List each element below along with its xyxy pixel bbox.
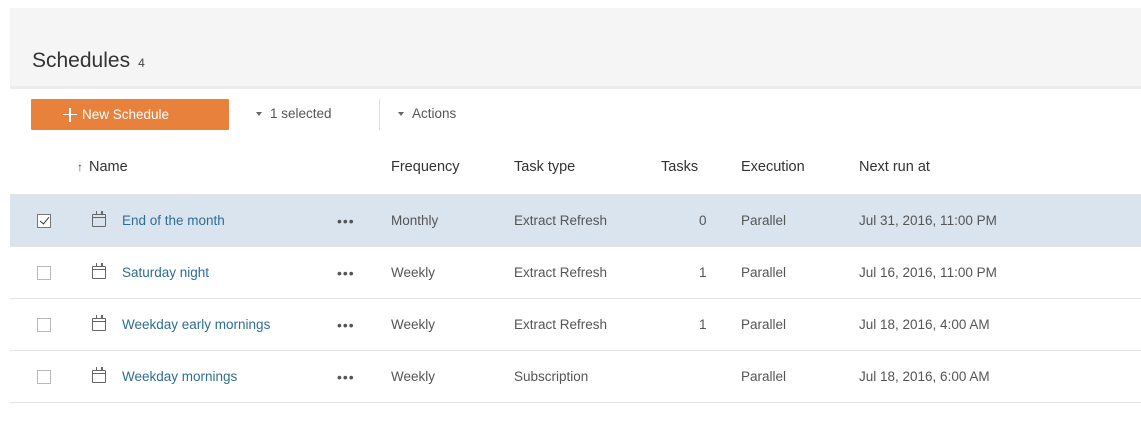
schedule-name-link[interactable]: End of the month [122, 213, 225, 228]
column-header-task-type[interactable]: Task type [514, 140, 575, 194]
toolbar-separator [379, 99, 380, 130]
calendar-icon [92, 315, 106, 331]
column-header-name-label: Name [89, 159, 128, 175]
plus-icon [63, 107, 77, 122]
row-checkbox[interactable] [37, 369, 51, 384]
more-options-icon[interactable]: ••• [337, 369, 355, 385]
execution-cell: Parallel [741, 265, 787, 280]
row-checkbox[interactable] [37, 213, 51, 228]
more-options-icon[interactable]: ••• [337, 317, 355, 333]
next-run-cell: Jul 18, 2016, 6:00 AM [859, 369, 990, 384]
schedules-table: ↑ Name Frequency Task type Tasks Executi… [10, 140, 1141, 403]
table-row[interactable]: Weekday early mornings ••• Weekly Extrac… [10, 299, 1141, 351]
column-header-name[interactable]: ↑ Name [77, 140, 128, 194]
caret-down-icon [398, 111, 404, 116]
task-type-cell: Subscription [514, 369, 589, 384]
task-type-cell: Extract Refresh [514, 213, 608, 228]
table-header-row: ↑ Name Frequency Task type Tasks Executi… [10, 140, 1141, 195]
schedule-name-link[interactable]: Saturday night [122, 265, 209, 280]
calendar-icon [92, 367, 106, 383]
caret-down-icon [256, 111, 262, 116]
execution-cell: Parallel [741, 369, 787, 384]
table-row[interactable]: Saturday night ••• Weekly Extract Refres… [10, 247, 1141, 299]
toolbar: New Schedule 1 selected Actions [10, 89, 1141, 140]
schedule-count: 4 [138, 56, 145, 70]
table-row[interactable]: Weekday mornings ••• Weekly Subscription… [10, 351, 1141, 403]
more-options-icon[interactable]: ••• [337, 265, 355, 281]
frequency-cell: Weekly [391, 265, 436, 280]
column-header-tasks[interactable]: Tasks [661, 140, 698, 194]
row-checkbox[interactable] [37, 317, 51, 332]
frequency-cell: Weekly [391, 317, 436, 332]
tasks-cell: 1 [699, 317, 707, 332]
actions-dropdown[interactable]: Actions [398, 106, 456, 121]
actions-label: Actions [412, 106, 457, 121]
selection-label: 1 selected [270, 106, 332, 121]
frequency-cell: Monthly [391, 213, 439, 228]
sort-ascending-icon: ↑ [77, 160, 83, 174]
column-header-next-run[interactable]: Next run at [859, 140, 930, 194]
tasks-cell: 0 [699, 213, 707, 228]
schedule-name-link[interactable]: Weekday early mornings [122, 317, 270, 332]
page-title: Schedules 4 [32, 49, 145, 73]
table-row[interactable]: End of the month ••• Monthly Extract Ref… [10, 195, 1141, 247]
tasks-cell: 1 [699, 265, 707, 280]
next-run-cell: Jul 16, 2016, 11:00 PM [859, 265, 997, 280]
execution-cell: Parallel [741, 213, 787, 228]
new-schedule-label: New Schedule [82, 107, 170, 122]
calendar-icon [92, 263, 106, 279]
page-title-text: Schedules [32, 49, 131, 72]
column-header-frequency[interactable]: Frequency [391, 140, 460, 194]
selection-dropdown[interactable]: 1 selected [256, 106, 332, 121]
schedule-name-link[interactable]: Weekday mornings [122, 369, 237, 384]
next-run-cell: Jul 18, 2016, 4:00 AM [859, 317, 990, 332]
next-run-cell: Jul 31, 2016, 11:00 PM [859, 213, 997, 228]
task-type-cell: Extract Refresh [514, 317, 608, 332]
execution-cell: Parallel [741, 317, 787, 332]
calendar-icon [92, 211, 106, 227]
task-type-cell: Extract Refresh [514, 265, 608, 280]
more-options-icon[interactable]: ••• [337, 213, 355, 229]
schedules-page: Schedules 4 New Schedule 1 selected Actio… [0, 0, 1141, 424]
page-header: Schedules 4 [10, 8, 1141, 86]
new-schedule-button[interactable]: New Schedule [31, 99, 229, 130]
frequency-cell: Weekly [391, 369, 436, 384]
column-header-execution[interactable]: Execution [741, 140, 805, 194]
row-checkbox[interactable] [37, 265, 51, 280]
